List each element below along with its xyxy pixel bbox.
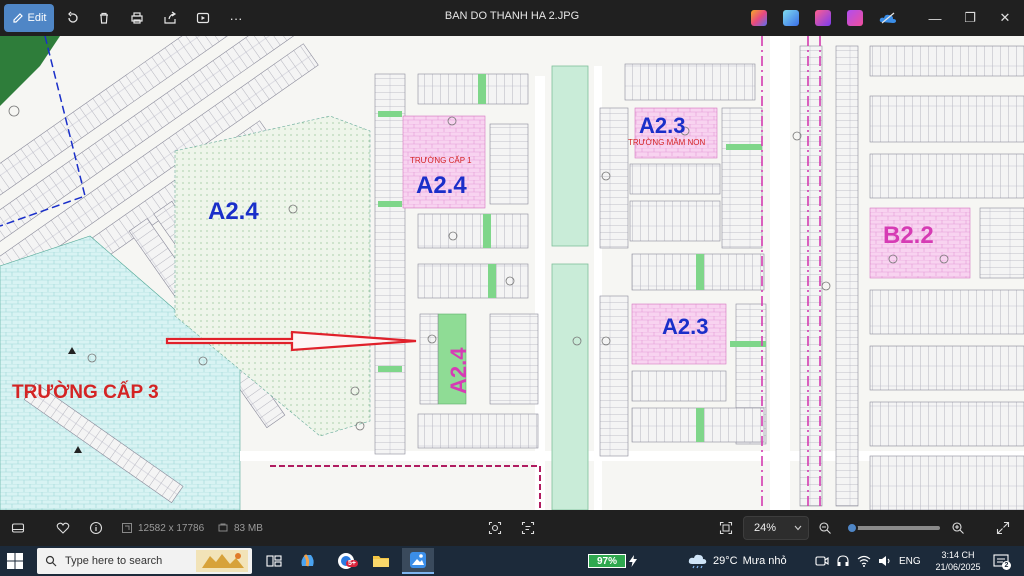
- filesize-info: 83 MB: [217, 510, 263, 546]
- edit-label: Edit: [27, 12, 47, 24]
- taskbar-clock[interactable]: 3:14 CH 21/06/2025: [930, 549, 986, 573]
- rotate-icon[interactable]: [58, 4, 88, 32]
- label-a24-vertical: A2.4: [446, 347, 471, 394]
- delete-icon[interactable]: [89, 4, 119, 32]
- zoom-slider[interactable]: [848, 526, 940, 530]
- notification-count: 2: [1002, 561, 1011, 570]
- zoom-value: 24%: [754, 522, 777, 534]
- dimensions-icon: [122, 523, 132, 533]
- copilot-icon[interactable]: [751, 10, 767, 26]
- copilot-taskbar-icon[interactable]: [292, 548, 324, 574]
- label-a23-top: A2.3: [639, 113, 685, 138]
- weather-temp: 29°C: [713, 555, 738, 567]
- label-truong-cap-1: TRƯỜNG CẤP 1: [410, 155, 472, 165]
- windows-start-icon[interactable]: [6, 552, 24, 570]
- label-b22: B2.2: [883, 222, 934, 249]
- text-detect-icon[interactable]: [521, 510, 535, 546]
- title-bar: Edit ··· BAN DO THANH HA 2.JPG — ❐ ✕: [0, 0, 1024, 36]
- windows-taskbar: Type here to search 5+ 97% 29°C Mưa nhỏ …: [0, 546, 1024, 576]
- filesize-text: 83 MB: [234, 522, 263, 534]
- onedrive-icon[interactable]: [879, 10, 896, 26]
- dimensions-text: 12582 x 17786: [138, 522, 205, 534]
- photos-app-window: { "window": { "title": "BAN DO THANH HA …: [0, 0, 1024, 576]
- label-truong-mam-non: TRƯỜNG MẦM NON: [628, 137, 705, 147]
- file-explorer-icon[interactable]: [365, 548, 397, 574]
- slideshow-icon[interactable]: [188, 4, 218, 32]
- search-icon: [45, 555, 57, 567]
- zoom-slider-thumb[interactable]: [846, 522, 858, 534]
- search-highlight-icon: [196, 550, 248, 572]
- label-a24-center: A2.4: [416, 172, 467, 199]
- full-screen-icon[interactable]: [996, 510, 1010, 546]
- headset-icon[interactable]: [836, 554, 850, 568]
- notification-center-icon[interactable]: 2: [992, 552, 1011, 570]
- volume-icon[interactable]: [878, 554, 892, 568]
- battery-indicator[interactable]: 97%: [588, 554, 626, 568]
- edit-icon: [12, 13, 23, 23]
- task-view-icon[interactable]: [258, 548, 290, 574]
- input-language[interactable]: ENG: [899, 556, 921, 567]
- designer-icon[interactable]: [815, 10, 831, 26]
- label-truong-cap-3: TRƯỜNG CẤP 3: [12, 381, 159, 403]
- meet-now-icon[interactable]: [815, 554, 829, 568]
- network-icon[interactable]: [857, 554, 871, 568]
- weather-desc: Mưa nhỏ: [742, 555, 787, 567]
- zoom-out-icon[interactable]: [818, 510, 832, 546]
- filmstrip-icon[interactable]: [11, 510, 25, 546]
- share-icon[interactable]: [155, 4, 185, 32]
- photos-taskbar-icon[interactable]: [402, 548, 434, 574]
- maximize-button[interactable]: ❐: [952, 4, 988, 32]
- clock-date: 21/06/2025: [935, 562, 981, 572]
- close-button[interactable]: ✕: [987, 4, 1023, 32]
- clipchamp-icon[interactable]: [783, 10, 799, 26]
- label-a23-mid: A2.3: [662, 314, 708, 339]
- mail-badge: 5+: [346, 560, 358, 567]
- mail-icon[interactable]: 5+: [330, 548, 362, 574]
- edit-button[interactable]: Edit: [4, 4, 54, 32]
- dimensions-info: 12582 x 17786: [121, 510, 204, 546]
- filesize-icon: [218, 523, 228, 532]
- window-title: BAN DO THANH HA 2.JPG: [444, 10, 580, 22]
- label-a24-left: A2.4: [208, 198, 259, 225]
- battery-percent: 97%: [596, 555, 617, 567]
- search-placeholder: Type here to search: [65, 555, 163, 567]
- zoom-dropdown[interactable]: 24%: [743, 516, 809, 540]
- map-image[interactable]: A2.4 A2.4 A2.3 A2.3 B2.2 TRƯỜNG CẤP 3 TR…: [0, 36, 1024, 510]
- rain-cloud-icon: [688, 554, 707, 569]
- favorite-icon[interactable]: [56, 510, 70, 546]
- more-icon[interactable]: ···: [221, 4, 251, 32]
- face-detect-icon[interactable]: [488, 510, 502, 546]
- minimize-button[interactable]: —: [917, 4, 953, 32]
- weather-widget[interactable]: 29°C Mưa nhỏ: [688, 546, 787, 576]
- system-tray: ENG: [815, 546, 921, 576]
- zoom-in-icon[interactable]: [951, 510, 965, 546]
- info-icon[interactable]: [89, 510, 103, 546]
- fit-to-window-icon[interactable]: [719, 510, 733, 546]
- charging-icon: [629, 555, 637, 570]
- video-editor-icon[interactable]: [847, 10, 863, 26]
- status-bar: 12582 x 17786 83 MB 24%: [0, 510, 1024, 546]
- clock-time: 3:14 CH: [941, 550, 975, 560]
- print-icon[interactable]: [122, 4, 152, 32]
- taskbar-search-box[interactable]: Type here to search: [37, 548, 252, 574]
- chevron-down-icon: [794, 525, 802, 531]
